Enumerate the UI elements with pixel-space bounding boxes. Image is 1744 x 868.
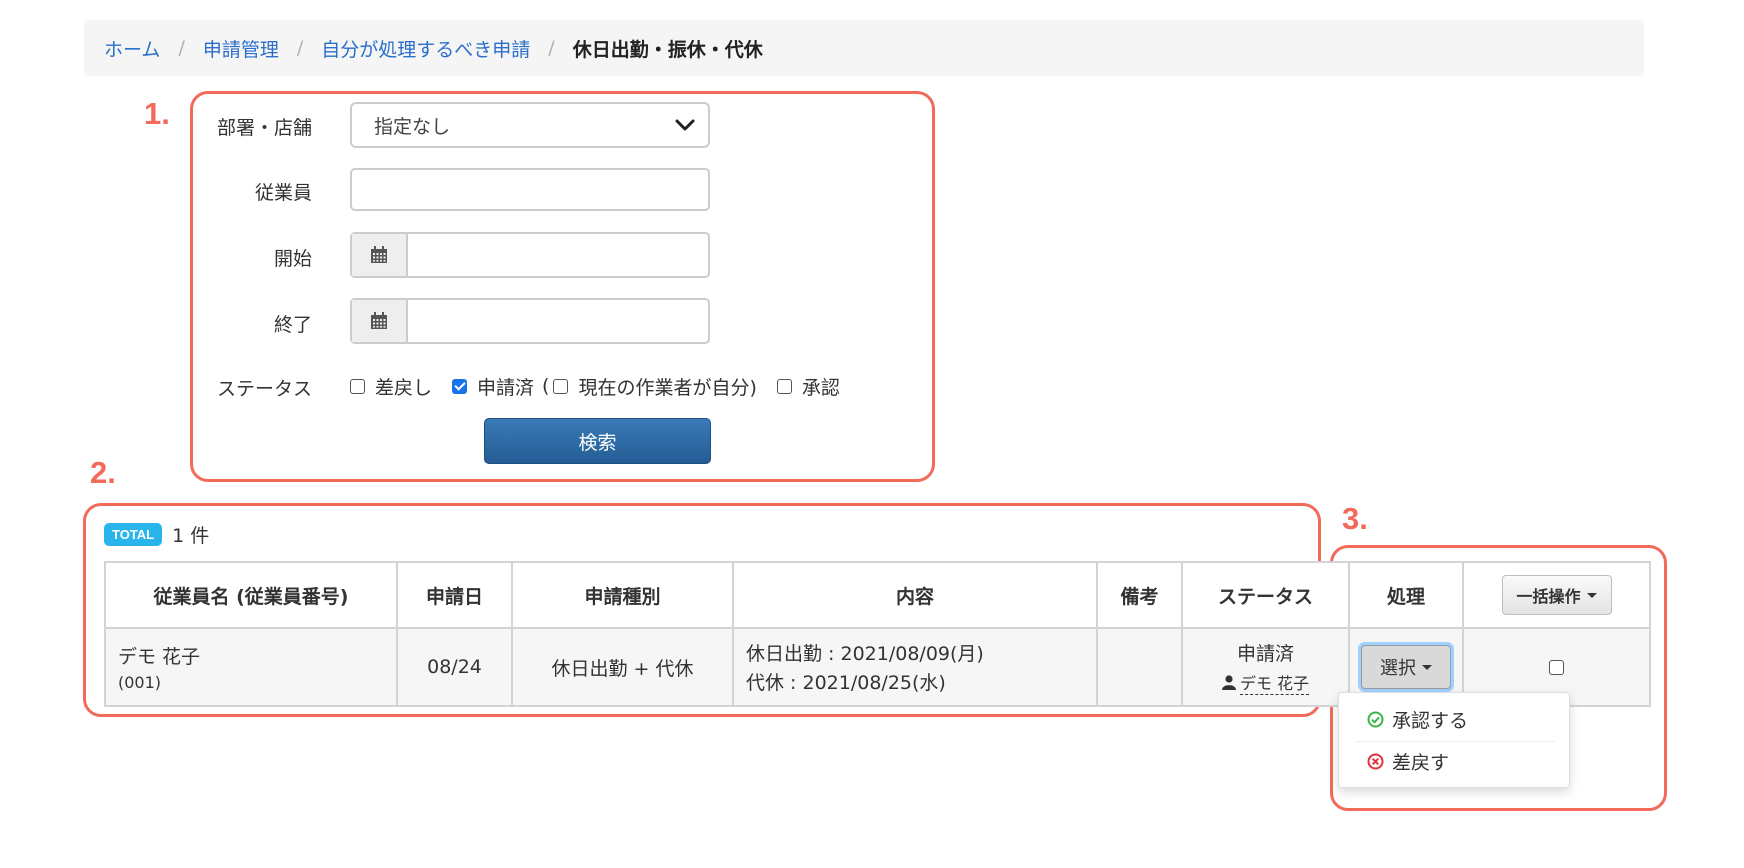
menu-item-approve[interactable]: 承認する bbox=[1367, 706, 1468, 733]
user-icon bbox=[1221, 675, 1236, 690]
cell-type: 休日出勤 + 代休 bbox=[511, 627, 734, 707]
menu-divider bbox=[1355, 741, 1555, 742]
chevron-down-icon bbox=[675, 119, 695, 131]
department-select-value: 指定なし bbox=[374, 115, 451, 138]
breadcrumb-my-requests[interactable]: 自分が処理するべき申請 bbox=[321, 35, 530, 62]
annotation-number-2: 2. bbox=[90, 455, 116, 490]
x-circle-icon bbox=[1367, 753, 1384, 770]
menu-item-return-label: 差戻す bbox=[1392, 752, 1450, 774]
caret-down-icon bbox=[1586, 592, 1597, 598]
status-applied-label: 申請済 bbox=[477, 376, 535, 399]
total-badge: TOTAL bbox=[104, 523, 163, 546]
status-approved-checkbox[interactable] bbox=[776, 378, 792, 394]
breadcrumb-request-management[interactable]: 申請管理 bbox=[203, 35, 279, 62]
cell-note bbox=[1096, 627, 1183, 707]
header-note: 備考 bbox=[1096, 561, 1183, 629]
cell-date: 08/24 bbox=[396, 627, 513, 707]
menu-item-approve-label: 承認する bbox=[1392, 710, 1469, 732]
employee-label: 従業員 bbox=[254, 182, 312, 204]
row-select-checkbox[interactable] bbox=[1549, 660, 1564, 675]
status-mine-label: 現在の作業者が自分) bbox=[578, 376, 757, 399]
end-date-field bbox=[350, 298, 710, 344]
header-employee: 従業員名 (従業員番号) bbox=[104, 561, 398, 629]
annotation-number-3: 3. bbox=[1342, 501, 1368, 536]
status-label: ステータス bbox=[216, 378, 312, 400]
calendar-icon bbox=[371, 312, 387, 329]
employee-name: デモ 花子 bbox=[118, 646, 201, 668]
bulk-action-button[interactable]: 一括操作 bbox=[1501, 575, 1612, 615]
end-date-calendar-button[interactable] bbox=[352, 300, 408, 342]
status-returned-checkbox[interactable] bbox=[350, 378, 365, 394]
header-date: 申請日 bbox=[396, 561, 513, 629]
employee-number: (001) bbox=[118, 673, 162, 692]
status-mine-checkbox[interactable] bbox=[553, 378, 569, 394]
breadcrumb-separator: / bbox=[548, 37, 555, 59]
department-label: 部署・店舗 bbox=[216, 117, 312, 139]
status-returned-label: 差戻し bbox=[375, 376, 433, 399]
cell-content: 休日出勤 : 2021/08/09(月) 代休 : 2021/08/25(水) bbox=[732, 627, 1098, 707]
breadcrumb-home[interactable]: ホーム bbox=[104, 35, 160, 62]
start-date-label: 開始 bbox=[273, 248, 312, 270]
department-select[interactable]: 指定なし bbox=[350, 102, 710, 148]
paren-open: ( bbox=[542, 375, 550, 397]
search-button[interactable]: 検索 bbox=[484, 418, 711, 464]
header-status: ステータス bbox=[1181, 561, 1350, 629]
header-action: 処理 bbox=[1348, 561, 1464, 629]
cell-employee: デモ 花子 (001) bbox=[104, 627, 398, 707]
total-indicator: TOTAL 1 件 bbox=[104, 521, 209, 548]
start-date-calendar-button[interactable] bbox=[352, 234, 408, 276]
cell-status: 申請済 デモ 花子 bbox=[1181, 627, 1350, 707]
annotation-number-1: 1. bbox=[144, 96, 170, 131]
bulk-action-label: 一括操作 bbox=[1516, 587, 1581, 606]
select-action-label: 選択 bbox=[1380, 658, 1416, 679]
select-action-button[interactable]: 選択 bbox=[1361, 645, 1451, 689]
status-user: デモ 花子 bbox=[1221, 670, 1310, 695]
breadcrumb-separator: / bbox=[178, 37, 185, 59]
requests-table: 従業員名 (従業員番号) 申請日 申請種別 内容 備考 ステータス 処理 一括操… bbox=[104, 561, 1651, 707]
end-date-input[interactable] bbox=[408, 300, 708, 342]
employee-input[interactable] bbox=[350, 168, 710, 211]
check-circle-icon bbox=[1367, 711, 1384, 728]
header-bulk: 一括操作 bbox=[1462, 561, 1651, 629]
breadcrumb-current: 休日出勤・振休・代休 bbox=[572, 38, 763, 61]
total-count: 1 件 bbox=[172, 525, 210, 547]
breadcrumb: ホーム / 申請管理 / 自分が処理するべき申請 / 休日出勤・振休・代休 bbox=[84, 20, 1644, 76]
status-user-name[interactable]: デモ 花子 bbox=[1239, 670, 1310, 695]
status-applied-checkbox[interactable] bbox=[452, 378, 468, 394]
action-dropdown-menu: 承認する 差戻す bbox=[1338, 692, 1570, 788]
status-options: 差戻し 申請済 ( 現在の作業者が自分) 承認 bbox=[350, 373, 840, 399]
status-text: 申請済 bbox=[1236, 643, 1294, 665]
calendar-icon bbox=[371, 246, 387, 263]
content-line-2: 代休 : 2021/08/25(水) bbox=[746, 672, 946, 694]
caret-down-icon bbox=[1422, 664, 1432, 670]
header-content: 内容 bbox=[732, 561, 1098, 629]
menu-item-return[interactable]: 差戻す bbox=[1367, 748, 1449, 775]
content-line-1: 休日出勤 : 2021/08/09(月) bbox=[746, 643, 984, 665]
end-date-label: 終了 bbox=[273, 314, 312, 336]
start-date-input[interactable] bbox=[408, 234, 708, 276]
start-date-field bbox=[350, 232, 710, 278]
header-type: 申請種別 bbox=[511, 561, 734, 629]
table-header-row: 従業員名 (従業員番号) 申請日 申請種別 内容 備考 ステータス 処理 一括操… bbox=[104, 561, 1651, 629]
status-approved-label: 承認 bbox=[801, 376, 840, 399]
breadcrumb-separator: / bbox=[296, 37, 304, 59]
